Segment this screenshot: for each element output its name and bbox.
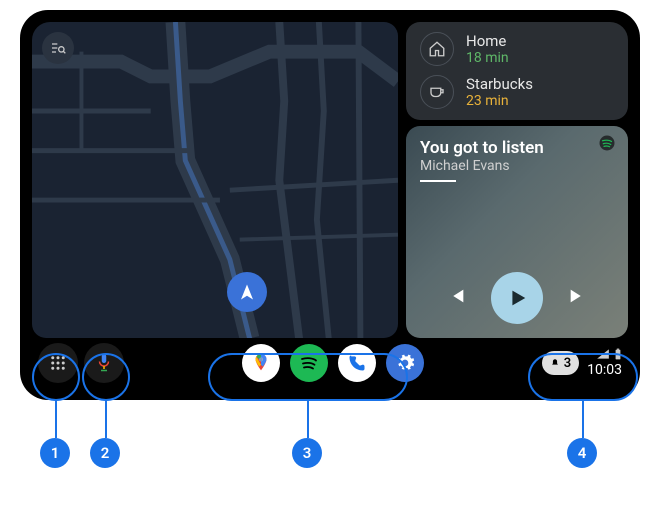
annotation-leader <box>55 401 57 438</box>
current-location-marker <box>227 272 267 312</box>
destination-starbucks[interactable]: Starbucks 23 min <box>420 75 614 110</box>
media-card[interactable]: You got to listen Michael Evans <box>406 126 628 338</box>
navigation-bar: 3 10:03 <box>32 338 628 388</box>
spotify-icon <box>297 351 321 375</box>
annotation-badge-3: 3 <box>292 438 322 468</box>
play-button[interactable] <box>491 272 543 324</box>
annotation-leader <box>307 401 309 438</box>
gear-icon <box>395 353 415 373</box>
destination-eta: 18 min <box>466 50 509 67</box>
destination-name: Home <box>466 32 509 50</box>
navigation-arrow-icon <box>238 283 256 301</box>
app-launcher-button[interactable] <box>38 343 78 383</box>
content-area: Home 18 min Starbucks 23 min <box>32 22 628 338</box>
car-display-frame: Home 18 min Starbucks 23 min <box>20 10 640 400</box>
search-list-icon <box>50 40 66 56</box>
annotation-leader <box>582 401 584 438</box>
destination-name: Starbucks <box>466 75 533 93</box>
screen: Home 18 min Starbucks 23 min <box>32 22 628 388</box>
annotation-leader <box>105 401 107 438</box>
prev-button[interactable] <box>445 285 467 311</box>
clock: 10:03 <box>587 362 622 378</box>
assistant-mic-button[interactable] <box>84 343 124 383</box>
bell-icon <box>550 358 560 368</box>
media-title: You got to listen <box>420 138 614 158</box>
battery-icon <box>614 348 622 360</box>
notification-badge[interactable]: 3 <box>542 351 579 375</box>
status-area: 3 10:03 <box>542 348 622 378</box>
spotify-icon <box>598 134 616 156</box>
map-roads <box>32 22 398 338</box>
grid-icon <box>49 354 67 372</box>
app-settings[interactable] <box>386 344 424 382</box>
annotation-badge-2: 2 <box>90 438 120 468</box>
destination-home[interactable]: Home 18 min <box>420 32 614 67</box>
cell-signal-icon <box>596 348 610 360</box>
app-maps[interactable] <box>242 344 280 382</box>
destination-eta: 23 min <box>466 93 533 110</box>
annotation-badge-1: 1 <box>40 438 70 468</box>
phone-icon <box>347 353 367 373</box>
media-artist: Michael Evans <box>420 158 614 174</box>
mic-icon <box>95 352 113 374</box>
google-maps-icon <box>250 352 272 374</box>
media-controls <box>406 272 628 324</box>
map-search-button[interactable] <box>42 32 74 64</box>
cup-icon <box>420 75 454 109</box>
app-spotify[interactable] <box>290 344 328 382</box>
media-progress-bar[interactable] <box>420 180 456 182</box>
notification-count: 3 <box>564 356 571 371</box>
next-button[interactable] <box>567 285 589 311</box>
app-dock <box>242 344 424 382</box>
right-column: Home 18 min Starbucks 23 min <box>406 22 628 338</box>
destinations-card: Home 18 min Starbucks 23 min <box>406 22 628 120</box>
annotation-badge-4: 4 <box>567 438 597 468</box>
map-pane[interactable] <box>32 22 398 338</box>
home-icon <box>420 32 454 66</box>
app-phone[interactable] <box>338 344 376 382</box>
